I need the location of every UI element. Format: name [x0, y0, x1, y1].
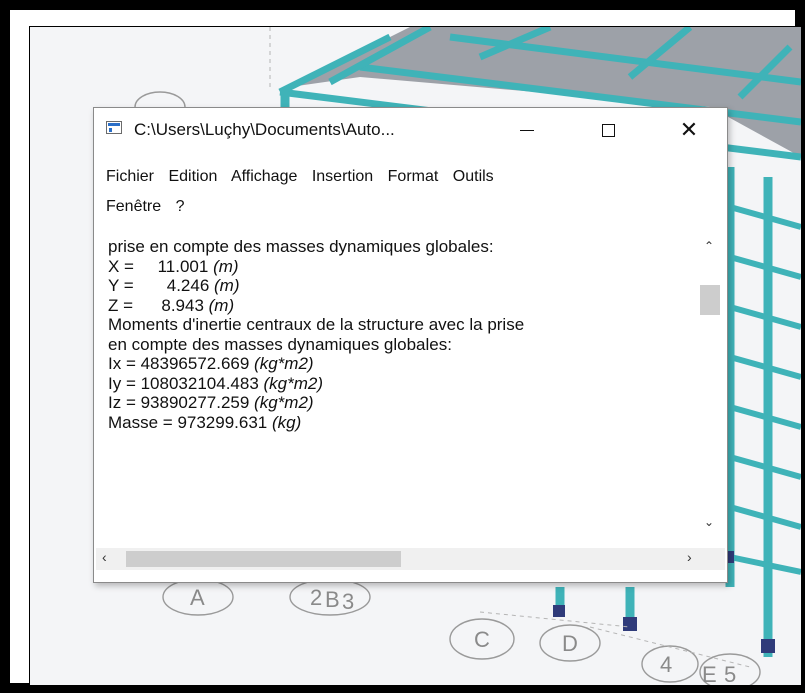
menu-fichier[interactable]: Fichier [106, 168, 154, 185]
grid-label-b: B [325, 587, 340, 612]
y-value: Y = 4.246 [108, 276, 215, 295]
window-title: C:\Users\Luçhy\Documents\Auto... [134, 120, 395, 139]
horizontal-scrollbar[interactable]: ‹ › [96, 548, 725, 570]
y-unit: (m) [214, 276, 240, 295]
menu-affichage[interactable]: Affichage [231, 168, 297, 185]
text-moments-2: en compte des masses dynamiques globales… [108, 334, 452, 354]
menu-fenetre[interactable]: Fenêtre [106, 198, 161, 215]
text-ix: Ix = 48396572.669 (kg*m2) [108, 354, 698, 374]
grid-label-a: A [190, 585, 205, 610]
grid-label-d: D [562, 631, 578, 656]
z-value: Z = 8.943 [108, 295, 209, 315]
grid-label-e: E [702, 662, 717, 685]
text-heading: prise en compte des masses dynamiques gl… [108, 237, 494, 256]
text-moments-1: Moments d'inertie centraux de la structu… [108, 315, 525, 334]
menu-format[interactable]: Format [388, 168, 439, 185]
x-value: X = 11.001 [108, 256, 214, 276]
report-window[interactable]: C:\Users\Luçhy\Documents\Auto... ✕ Fichi… [93, 107, 728, 583]
grid-label-2: 2 [310, 585, 322, 610]
minimize-button[interactable] [504, 108, 550, 152]
grid-label-3: 3 [342, 589, 354, 614]
x-unit: (m) [213, 256, 239, 276]
app-icon [106, 121, 122, 134]
screenshot-frame: A 2 B 3 C D 4 E 5 C:\Users\Luçhy\Documen… [10, 10, 802, 686]
scroll-up-icon[interactable]: ⌃ [704, 239, 714, 253]
text-iy: Iy = 108032104.483 (kg*m2) [108, 374, 698, 394]
ix-unit: (kg*m2) [254, 354, 314, 373]
z-unit: (m) [208, 295, 235, 315]
minimize-icon [520, 129, 534, 131]
iz-value: Iz = 93890277.259 [108, 393, 255, 412]
menu-help[interactable]: ? [176, 198, 185, 215]
mass-value: Masse = 973299.631 [108, 412, 272, 432]
grid-label-4: 4 [660, 652, 672, 677]
grid-label-c: C [474, 627, 490, 652]
scroll-down-icon[interactable]: ⌄ [704, 515, 714, 529]
report-text-area[interactable]: prise en compte des masses dynamiques gl… [96, 231, 725, 547]
grid-label-5: 5 [724, 662, 736, 685]
text-y: Y = 4.246 (m) [108, 276, 698, 296]
text-z: Z = 8.943 (m) [108, 296, 698, 316]
scroll-right-icon[interactable]: › [687, 549, 692, 565]
scroll-left-icon[interactable]: ‹ [102, 549, 107, 565]
text-mass: Masse = 973299.631 (kg) [108, 413, 698, 433]
text-iz: Iz = 93890277.259 (kg*m2) [108, 393, 698, 413]
menu-insertion[interactable]: Insertion [312, 168, 373, 185]
maximize-button[interactable] [585, 108, 631, 152]
text-x: X = 11.001 (m) [108, 257, 698, 277]
title-bar[interactable]: C:\Users\Luçhy\Documents\Auto... ✕ [94, 108, 727, 152]
mass-unit: (kg) [271, 412, 302, 432]
menu-outils[interactable]: Outils [453, 168, 494, 185]
ix-value: Ix = 48396572.669 [108, 354, 255, 373]
iy-value: Iy = 108032104.483 [108, 373, 264, 393]
horizontal-scroll-thumb[interactable] [126, 551, 401, 567]
vertical-scroll-thumb[interactable] [700, 285, 720, 315]
close-button[interactable]: ✕ [666, 108, 712, 152]
vertical-scrollbar[interactable]: ⌃ ⌄ [697, 231, 723, 547]
iy-unit: (kg*m2) [263, 373, 324, 393]
iz-unit: (kg*m2) [254, 393, 314, 412]
maximize-icon [601, 123, 615, 137]
close-icon: ✕ [679, 117, 699, 142]
menu-edition[interactable]: Edition [168, 168, 217, 185]
